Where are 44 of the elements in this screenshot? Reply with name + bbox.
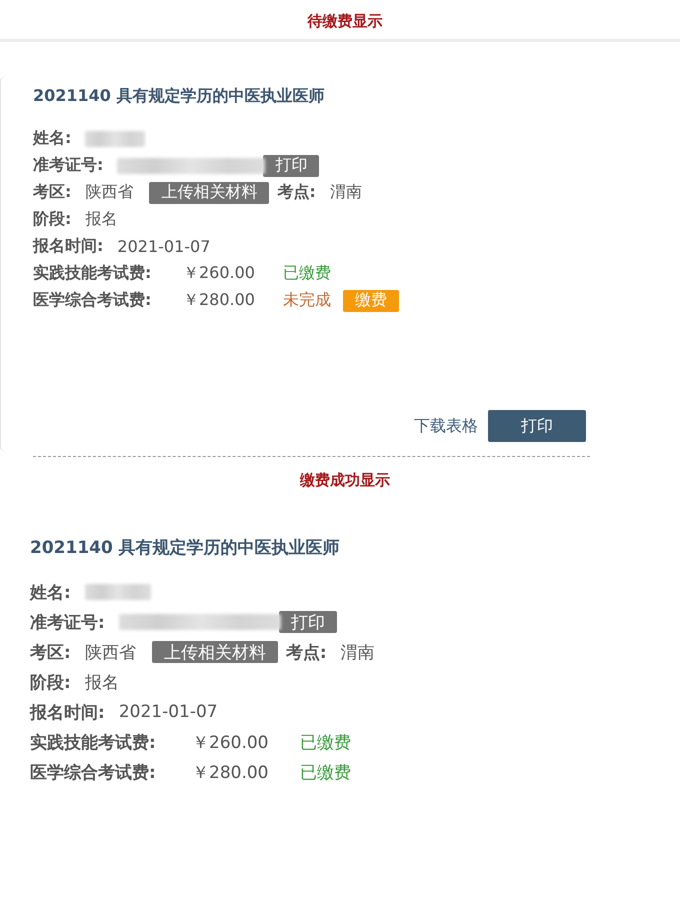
- field-label: 准考证号:: [30, 612, 105, 634]
- field-label: 实践技能考试费:: [33, 263, 152, 284]
- field-value: 渭南: [330, 182, 362, 203]
- field-label: 医学综合考试费:: [30, 762, 157, 784]
- field-value: 2021-01-07: [117, 237, 210, 256]
- field-label: 准考证号:: [33, 155, 104, 176]
- field-label: 阶段:: [33, 209, 72, 230]
- field-label: 考区:: [30, 642, 71, 664]
- field-value: 2021-01-07: [118, 702, 218, 722]
- exam-title: 2021140 具有规定学历的中医执业医师: [30, 537, 341, 559]
- field-value: 渭南: [340, 642, 375, 664]
- payment-status: 已缴费: [300, 732, 351, 754]
- section-heading: 待缴费显示: [306, 11, 384, 32]
- download-link[interactable]: 下载表格: [414, 416, 478, 436]
- field-label: 考区:: [33, 182, 72, 203]
- field-label: 医学综合考试费:: [33, 290, 152, 311]
- field-label: 姓名:: [33, 128, 72, 149]
- payment-status: 未完成: [283, 290, 331, 311]
- field-value: 报名: [84, 672, 119, 694]
- field-value: 陕西省: [85, 182, 134, 203]
- field-label: 实践技能考试费:: [30, 732, 157, 754]
- fee-amount: ￥280.00: [183, 290, 256, 311]
- field-label: 阶段:: [30, 672, 71, 694]
- fee-amount: ￥260.00: [192, 732, 270, 754]
- fee-amount: ￥280.00: [192, 762, 270, 784]
- print-button[interactable]: 打印: [488, 410, 586, 442]
- blurred-value: [85, 130, 146, 146]
- field-label: 考点:: [286, 642, 327, 664]
- print-button[interactable]: 打印: [263, 154, 320, 176]
- upload-button[interactable]: 上传相关材料: [149, 182, 270, 204]
- fee-amount: ￥260.00: [183, 263, 256, 284]
- field-label: 姓名:: [30, 582, 71, 604]
- upload-button[interactable]: 上传相关材料: [152, 641, 278, 663]
- field-value: 陕西省: [84, 642, 136, 664]
- field-label: 报名时间:: [30, 702, 105, 724]
- exam-title: 2021140 具有规定学历的中医执业医师: [33, 86, 326, 107]
- payment-status: 已缴费: [300, 762, 351, 784]
- blurred-value: [84, 584, 151, 600]
- section-heading: 缴费成功显示: [298, 470, 391, 491]
- field-label: 考点:: [277, 182, 316, 203]
- print-button[interactable]: 打印: [278, 611, 337, 633]
- field-value: 报名: [85, 209, 118, 230]
- field-label: 报名时间:: [33, 236, 104, 257]
- payment-status: 已缴费: [283, 263, 331, 284]
